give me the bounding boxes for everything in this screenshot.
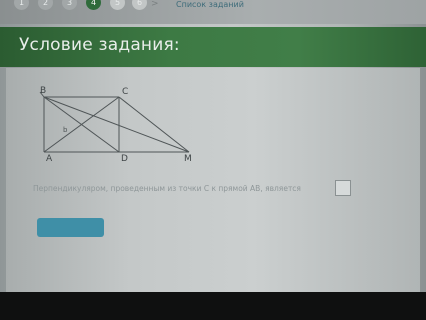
label-c: C bbox=[122, 87, 128, 97]
label-b: B bbox=[40, 86, 46, 96]
monitor-bezel bbox=[0, 292, 426, 320]
label-d: D bbox=[121, 154, 128, 164]
answer-input[interactable] bbox=[335, 180, 351, 196]
problem-text: Перпендикуляром, проведенным из точки C … bbox=[33, 184, 301, 193]
label-m: M bbox=[184, 154, 192, 164]
label-a: A bbox=[46, 154, 53, 164]
label-b-small: b bbox=[63, 126, 68, 134]
screen: 1 2 3 4 5 6 > Список заданий Условие зад… bbox=[0, 0, 426, 292]
segment-bm bbox=[43, 96, 190, 153]
geometry-figure: B C A D M b bbox=[39, 86, 192, 164]
segment-cm bbox=[118, 96, 190, 153]
check-button[interactable] bbox=[37, 218, 104, 237]
